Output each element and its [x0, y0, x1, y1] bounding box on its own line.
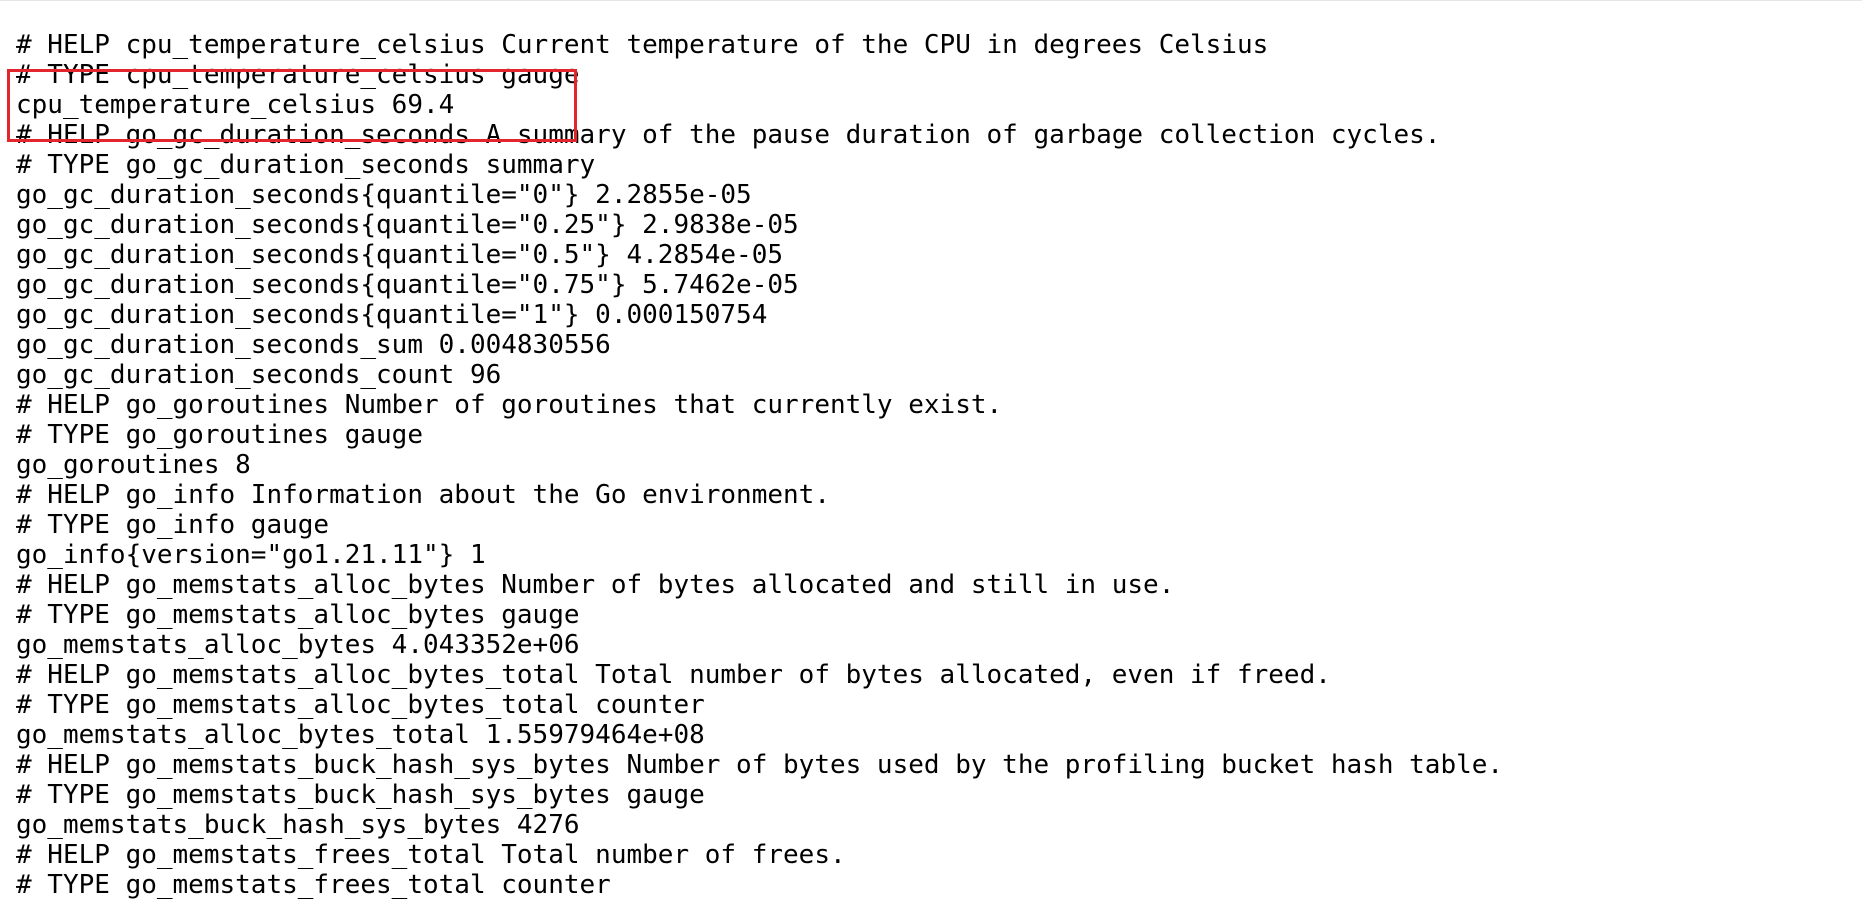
metric-line: # TYPE go_goroutines gauge: [16, 420, 423, 450]
metric-line: go_gc_duration_seconds{quantile="1"} 0.0…: [16, 300, 768, 330]
metric-line: go_memstats_alloc_bytes_total 1.55979464…: [16, 720, 705, 750]
metric-line: # TYPE go_info gauge: [16, 510, 330, 540]
metric-line: go_memstats_buck_hash_sys_bytes 4276: [16, 810, 580, 840]
metric-line: # TYPE cpu_temperature_celsius gauge: [16, 60, 580, 90]
metric-line: # TYPE go_memstats_buck_hash_sys_bytes g…: [16, 780, 705, 810]
metric-line: go_gc_duration_seconds{quantile="0.5"} 4…: [16, 240, 784, 270]
metric-line: # HELP go_memstats_buck_hash_sys_bytes N…: [16, 750, 1504, 780]
metric-line: # HELP go_memstats_frees_total Total num…: [16, 840, 846, 870]
metric-line: go_info{version="go1.21.11"} 1: [16, 540, 486, 570]
metric-line: # HELP go_memstats_alloc_bytes Number of…: [16, 570, 1175, 600]
metrics-text-output: # HELP cpu_temperature_celsius Current t…: [16, 30, 1503, 900]
metric-line: cpu_temperature_celsius 69.4: [16, 90, 455, 120]
metric-line: # HELP go_gc_duration_seconds A summary …: [16, 120, 1441, 150]
metric-line: # TYPE go_memstats_alloc_bytes gauge: [16, 600, 580, 630]
metric-line: go_gc_duration_seconds_sum 0.004830556: [16, 330, 611, 360]
metric-line: # TYPE go_memstats_frees_total counter: [16, 870, 611, 900]
metric-line: # HELP cpu_temperature_celsius Current t…: [16, 30, 1269, 60]
metric-line: # HELP go_memstats_alloc_bytes_total Tot…: [16, 660, 1331, 690]
metric-line: go_goroutines 8: [16, 450, 251, 480]
metric-line: go_gc_duration_seconds{quantile="0.75"} …: [16, 270, 799, 300]
metric-line: go_memstats_alloc_bytes 4.043352e+06: [16, 630, 580, 660]
metric-line: # TYPE go_gc_duration_seconds summary: [16, 150, 596, 180]
metric-line: # HELP go_info Information about the Go …: [16, 480, 830, 510]
top-divider: [0, 0, 1862, 1]
metric-line: go_gc_duration_seconds_count 96: [16, 360, 502, 390]
metric-line: go_gc_duration_seconds{quantile="0.25"} …: [16, 210, 799, 240]
metric-line: # TYPE go_memstats_alloc_bytes_total cou…: [16, 690, 705, 720]
metric-line: go_gc_duration_seconds{quantile="0"} 2.2…: [16, 180, 752, 210]
metric-line: # HELP go_goroutines Number of goroutine…: [16, 390, 1003, 420]
